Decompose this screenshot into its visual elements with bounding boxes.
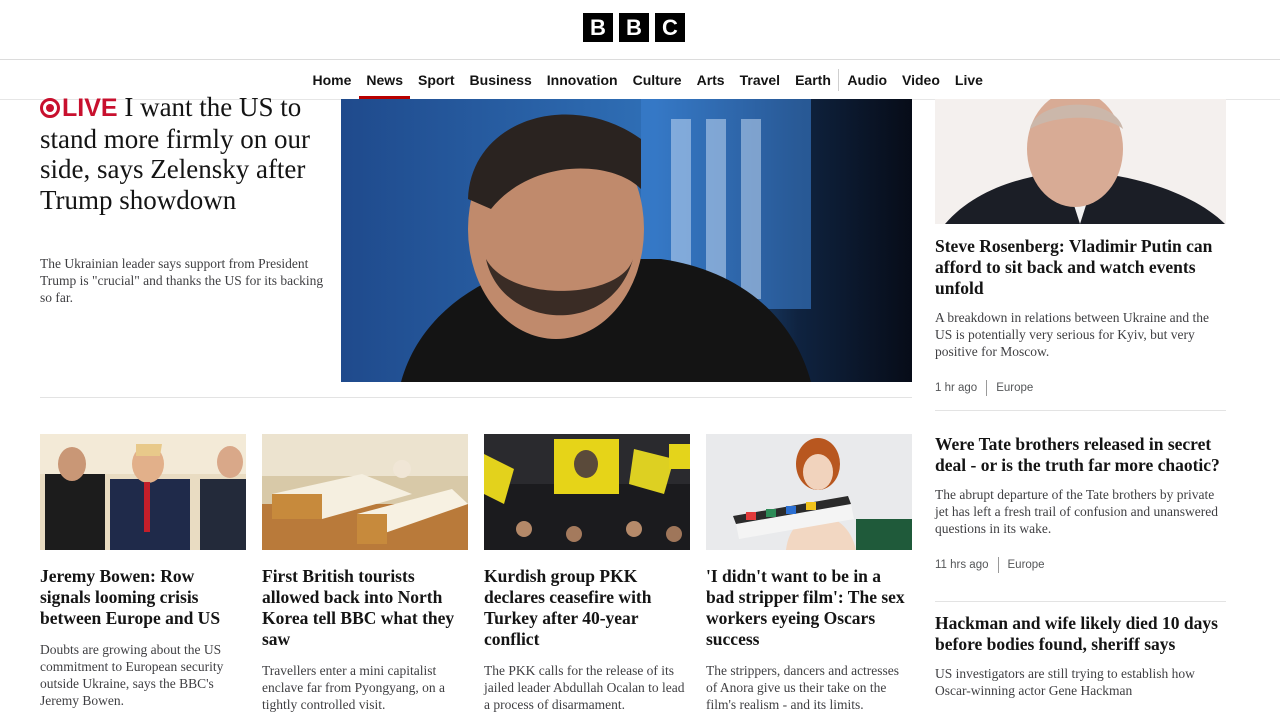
right-divider bbox=[935, 410, 1226, 411]
story-section[interactable]: Europe bbox=[1008, 559, 1045, 571]
card-image bbox=[484, 434, 690, 550]
meta-divider bbox=[997, 557, 999, 573]
section-divider bbox=[40, 397, 912, 398]
story-card[interactable]: Jeremy Bowen: Row signals looming crisis… bbox=[40, 434, 246, 709]
putin-photo bbox=[935, 99, 1226, 224]
lead-headline[interactable]: LIVE I want the US to stand more firmly … bbox=[40, 92, 330, 215]
zelensky-photo bbox=[341, 99, 912, 382]
nav-arts[interactable]: Arts bbox=[689, 60, 732, 99]
right-feature-image[interactable] bbox=[935, 99, 1226, 224]
nav-innovation[interactable]: Innovation bbox=[539, 60, 625, 99]
clapperboard-photo bbox=[706, 434, 912, 550]
live-badge: LIVE bbox=[62, 94, 118, 122]
nav-live[interactable]: Live bbox=[947, 60, 990, 99]
masthead: B B C bbox=[0, 0, 1280, 60]
nav-news[interactable]: News bbox=[358, 60, 411, 99]
story-card[interactable]: 'I didn't want to be in a bad stripper f… bbox=[706, 434, 912, 713]
right-story-headline: Hackman and wife likely died 10 days bef… bbox=[935, 613, 1218, 654]
card-summary: Doubts are growing about the US commitme… bbox=[40, 642, 224, 708]
right-story[interactable]: Steve Rosenberg: Vladimir Putin can affo… bbox=[935, 236, 1226, 396]
card-image bbox=[262, 434, 468, 550]
story-timestamp: 1 hr ago bbox=[935, 382, 978, 394]
card-summary: The strippers, dancers and actresses of … bbox=[706, 663, 900, 712]
card-headline: Jeremy Bowen: Row signals looming crisis… bbox=[40, 566, 221, 628]
nav-earth[interactable]: Earth bbox=[788, 60, 839, 99]
nav-audio[interactable]: Audio bbox=[838, 68, 894, 91]
card-image bbox=[706, 434, 912, 550]
right-story-summary: A breakdown in relations between Ukraine… bbox=[935, 310, 1210, 359]
card-image bbox=[40, 434, 246, 550]
nav-culture[interactable]: Culture bbox=[625, 60, 689, 99]
bbc-logo[interactable]: B B C bbox=[583, 13, 685, 42]
story-section[interactable]: Europe bbox=[996, 382, 1033, 394]
card-summary: Travellers enter a mini capitalist encla… bbox=[262, 663, 445, 712]
logo-letter-b1: B bbox=[583, 13, 613, 42]
nav-business[interactable]: Business bbox=[462, 60, 539, 99]
right-story[interactable]: Hackman and wife likely died 10 days bef… bbox=[935, 613, 1226, 699]
hotel-room-photo bbox=[262, 434, 468, 550]
lead-image[interactable] bbox=[341, 99, 912, 382]
card-headline: First British tourists allowed back into… bbox=[262, 566, 455, 649]
card-headline: 'I didn't want to be in a bad stripper f… bbox=[706, 566, 905, 649]
right-story-summary: The abrupt departure of the Tate brother… bbox=[935, 487, 1219, 536]
card-headline: Kurdish group PKK declares ceasefire wit… bbox=[484, 566, 652, 649]
rally-crowd-photo bbox=[484, 434, 690, 550]
logo-letter-b2: B bbox=[619, 13, 649, 42]
story-card[interactable]: First British tourists allowed back into… bbox=[262, 434, 468, 713]
story-meta: 11 hrs ago Europe bbox=[935, 557, 1226, 573]
logo-letter-c: C bbox=[655, 13, 685, 42]
card-summary: The PKK calls for the release of its jai… bbox=[484, 663, 685, 712]
lead-summary: The Ukrainian leader says support from P… bbox=[40, 256, 324, 305]
right-divider bbox=[935, 601, 1226, 602]
nav-travel[interactable]: Travel bbox=[732, 60, 787, 99]
live-icon bbox=[40, 98, 60, 118]
right-story-headline: Were Tate brothers released in secret de… bbox=[935, 434, 1220, 475]
oval-office-photo bbox=[40, 434, 246, 550]
right-story-headline: Steve Rosenberg: Vladimir Putin can affo… bbox=[935, 236, 1213, 298]
story-card[interactable]: Kurdish group PKK declares ceasefire wit… bbox=[484, 434, 690, 713]
right-story-summary: US investigators are still trying to est… bbox=[935, 666, 1195, 698]
meta-divider bbox=[986, 380, 988, 396]
story-meta: 1 hr ago Europe bbox=[935, 380, 1226, 396]
right-story[interactable]: Were Tate brothers released in secret de… bbox=[935, 434, 1226, 573]
story-timestamp: 11 hrs ago bbox=[935, 559, 989, 571]
nav-video[interactable]: Video bbox=[895, 60, 948, 99]
nav-sport[interactable]: Sport bbox=[410, 60, 462, 99]
